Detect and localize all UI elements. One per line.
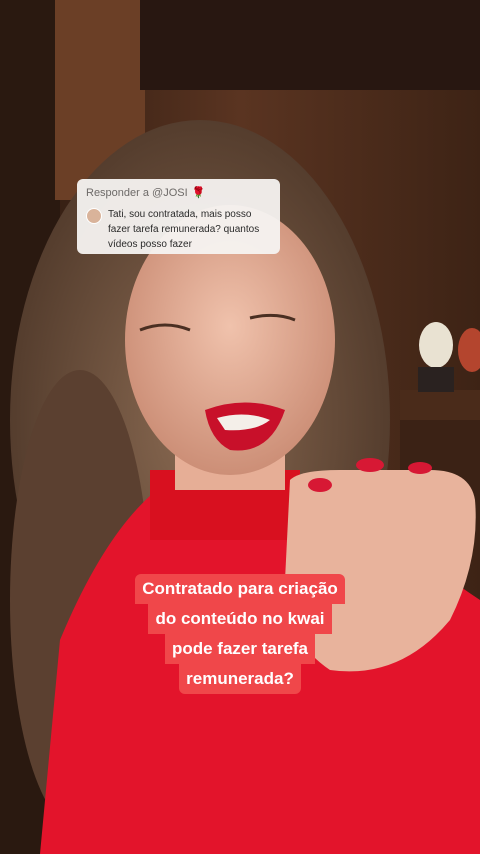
caption-line: remunerada? bbox=[179, 664, 301, 694]
caption-line: do conteúdo no kwai bbox=[148, 604, 332, 634]
reply-comment-card[interactable]: Responder a @JOSI 🌹 Tati, sou contratada… bbox=[77, 179, 280, 254]
rose-emoji: 🌹 bbox=[191, 187, 206, 199]
video-caption: Contratado para criação do conteúdo no k… bbox=[0, 574, 480, 694]
reply-header: Responder a @JOSI 🌹 bbox=[86, 186, 271, 200]
video-frame bbox=[0, 0, 480, 854]
caption-line: Contratado para criação bbox=[135, 574, 345, 604]
egg-ornament bbox=[419, 322, 453, 368]
reply-comment-text: Tati, sou contratada, mais posso fazer t… bbox=[108, 209, 260, 250]
avatar bbox=[86, 208, 102, 224]
caption-line: pode fazer tarefa bbox=[164, 634, 316, 664]
reply-body: Tati, sou contratada, mais posso fazer t… bbox=[86, 207, 271, 252]
reply-prefix: Responder a @JOSI bbox=[86, 186, 188, 199]
